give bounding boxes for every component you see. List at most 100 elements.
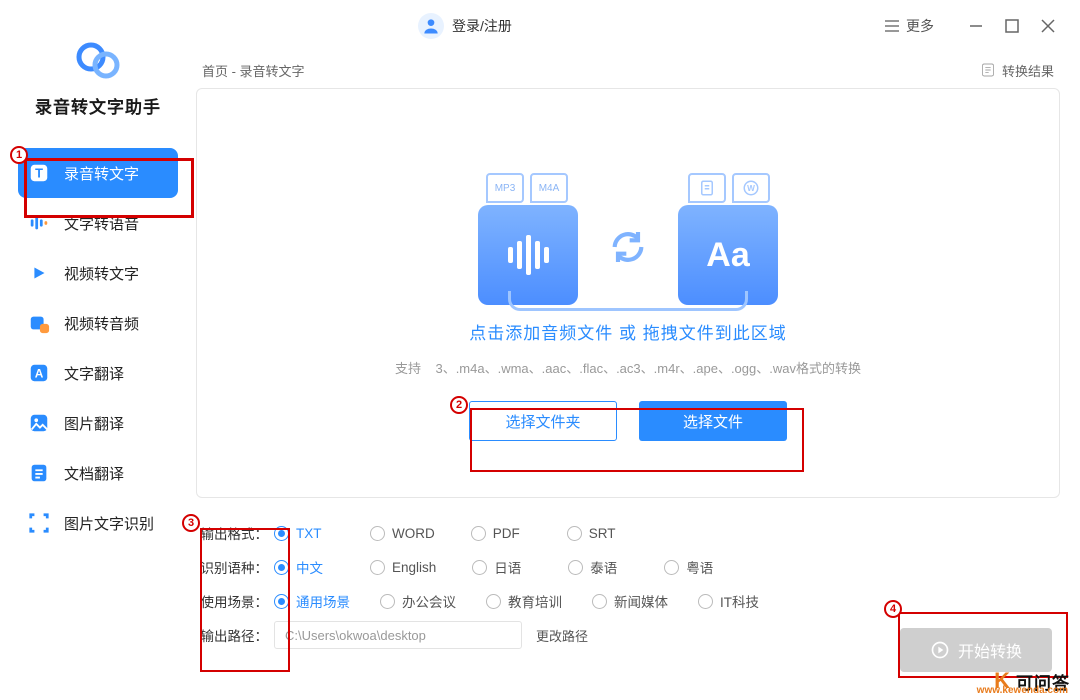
sidebar-item-ocr[interactable]: 图片文字识别: [18, 498, 178, 548]
app-name: 录音转文字助手: [0, 93, 196, 118]
option-label: 识别语种：: [196, 557, 274, 577]
waveform-icon: [508, 235, 549, 275]
radio-txt[interactable]: TXT: [274, 526, 334, 541]
choose-file-button[interactable]: 选择文件: [639, 401, 787, 441]
radio-en[interactable]: English: [370, 560, 436, 575]
sidebar-item-label: 图片文字识别: [64, 513, 154, 534]
window-maximize-button[interactable]: [998, 12, 1026, 40]
radio-icon: [568, 560, 583, 575]
radio-icon: [567, 526, 582, 541]
radio-icon: [698, 594, 713, 609]
sidebar-item-label: 视频转音频: [64, 313, 139, 334]
radio-yue[interactable]: 粤语: [664, 557, 724, 577]
option-label: 输出格式：: [196, 523, 274, 543]
illus-target-box: Aa: [678, 205, 778, 305]
illus-tag: M4A: [530, 173, 568, 203]
audio2text-icon: T: [28, 162, 50, 184]
hamburger-icon: [884, 19, 900, 33]
radio-icon: [471, 526, 486, 541]
radio-icon: [274, 594, 289, 609]
option-label: 使用场景：: [196, 591, 274, 611]
radio-icon: [370, 526, 385, 541]
start-button[interactable]: 开始转换: [900, 628, 1052, 672]
radio-icon: [274, 560, 289, 575]
svg-text:A: A: [35, 367, 44, 381]
sidebar: 录音转文字助手 T 录音转文字 文字转语音 视频转文字 视频转音频: [0, 52, 196, 700]
sidebar-item-label: 文字转语音: [64, 213, 139, 234]
sidebar-item-text-translate[interactable]: A 文字翻译: [18, 348, 178, 398]
sidebar-item-label: 视频转文字: [64, 263, 139, 284]
more-label: 更多: [906, 16, 934, 36]
app-logo-icon: [76, 42, 120, 85]
radio-pdf[interactable]: PDF: [471, 526, 531, 541]
radio-icon: [370, 560, 385, 575]
lang-radio-list: 中文 English 日语 泰语 粤语: [274, 557, 724, 577]
radio-zh[interactable]: 中文: [274, 557, 334, 577]
window-minimize-button[interactable]: [962, 12, 990, 40]
start-icon: [930, 640, 950, 660]
sidebar-item-label: 文字翻译: [64, 363, 124, 384]
radio-icon: [380, 594, 395, 609]
illus-word-icon: W: [732, 173, 770, 203]
option-scene-row: 使用场景： 通用场景 办公会议 教育培训 新闻媒体 IT科技: [196, 584, 1060, 618]
button-row: 选择文件夹 选择文件: [469, 401, 787, 441]
output-path-input[interactable]: [274, 621, 522, 649]
change-path-link[interactable]: 更改路径: [536, 626, 588, 645]
radio-general[interactable]: 通用场景: [274, 591, 350, 611]
sidebar-item-label: 图片翻译: [64, 413, 124, 434]
breadcrumb-bar: 首页 - 录音转文字 转换结果: [196, 52, 1060, 88]
doc-translate-icon: [28, 462, 50, 484]
radio-edu[interactable]: 教育培训: [486, 591, 562, 611]
translate-icon: A: [28, 362, 50, 384]
radio-word[interactable]: WORD: [370, 526, 435, 541]
app-window: 登录/注册 更多 录音转文字助手 T 录音转文字: [0, 0, 1080, 700]
login-label: 登录/注册: [452, 16, 512, 36]
sheet-icon: [980, 62, 996, 78]
sidebar-item-doc-translate[interactable]: 文档翻译: [18, 448, 178, 498]
radio-icon: [472, 560, 487, 575]
sidebar-item-image-translate[interactable]: 图片翻译: [18, 398, 178, 448]
sidebar-item-text2speech[interactable]: 文字转语音: [18, 198, 178, 248]
sidebar-item-audio2text[interactable]: T 录音转文字: [18, 148, 178, 198]
illustration: MP3 M4A W Aa: [478, 145, 778, 305]
radio-news[interactable]: 新闻媒体: [592, 591, 668, 611]
format-radio-list: TXT WORD PDF SRT: [274, 526, 627, 541]
option-lang-row: 识别语种： 中文 English 日语 泰语 粤语: [196, 550, 1060, 584]
drop-panel[interactable]: MP3 M4A W Aa 点击添加音频文件 或 拖拽文件到此区域 支持: [196, 88, 1060, 498]
avatar-icon: [418, 13, 444, 39]
sidebar-item-video2text[interactable]: 视频转文字: [18, 248, 178, 298]
logo-area: 录音转文字助手: [0, 32, 196, 148]
radio-srt[interactable]: SRT: [567, 526, 627, 541]
radio-ja[interactable]: 日语: [472, 557, 532, 577]
window-close-button[interactable]: [1034, 12, 1062, 40]
main: 首页 - 录音转文字 转换结果 MP3 M4A W: [196, 52, 1080, 700]
start-label: 开始转换: [958, 638, 1022, 662]
radio-icon: [486, 594, 501, 609]
login-button[interactable]: 登录/注册: [418, 13, 512, 39]
radio-icon: [274, 526, 289, 541]
drop-subtitle: 支持 3、.m4a、.wma、.aac、.flac、.ac3、.m4r、.ape…: [395, 358, 861, 377]
video2audio-icon: [28, 312, 50, 334]
drop-title: 点击添加音频文件 或 拖拽文件到此区域: [469, 319, 786, 344]
radio-icon: [592, 594, 607, 609]
results-label: 转换结果: [1002, 61, 1054, 80]
sidebar-item-label: 文档翻译: [64, 463, 124, 484]
scene-radio-list: 通用场景 办公会议 教育培训 新闻媒体 IT科技: [274, 591, 759, 611]
radio-icon: [664, 560, 679, 575]
svg-text:W: W: [747, 184, 755, 193]
choose-folder-button[interactable]: 选择文件夹: [469, 401, 617, 441]
illus-doc-icon: [688, 173, 726, 203]
radio-th[interactable]: 泰语: [568, 557, 628, 577]
radio-meeting[interactable]: 办公会议: [380, 591, 456, 611]
ocr-icon: [28, 512, 50, 534]
breadcrumb: 首页 - 录音转文字: [202, 61, 305, 80]
more-menu[interactable]: 更多: [884, 16, 934, 36]
illus-cable: [508, 291, 748, 311]
svg-text:T: T: [35, 166, 43, 181]
convert-icon: [608, 227, 648, 267]
illus-source-box: [478, 205, 578, 305]
radio-it[interactable]: IT科技: [698, 591, 759, 611]
image-translate-icon: [28, 412, 50, 434]
sidebar-item-video2audio[interactable]: 视频转音频: [18, 298, 178, 348]
results-link[interactable]: 转换结果: [980, 61, 1054, 80]
